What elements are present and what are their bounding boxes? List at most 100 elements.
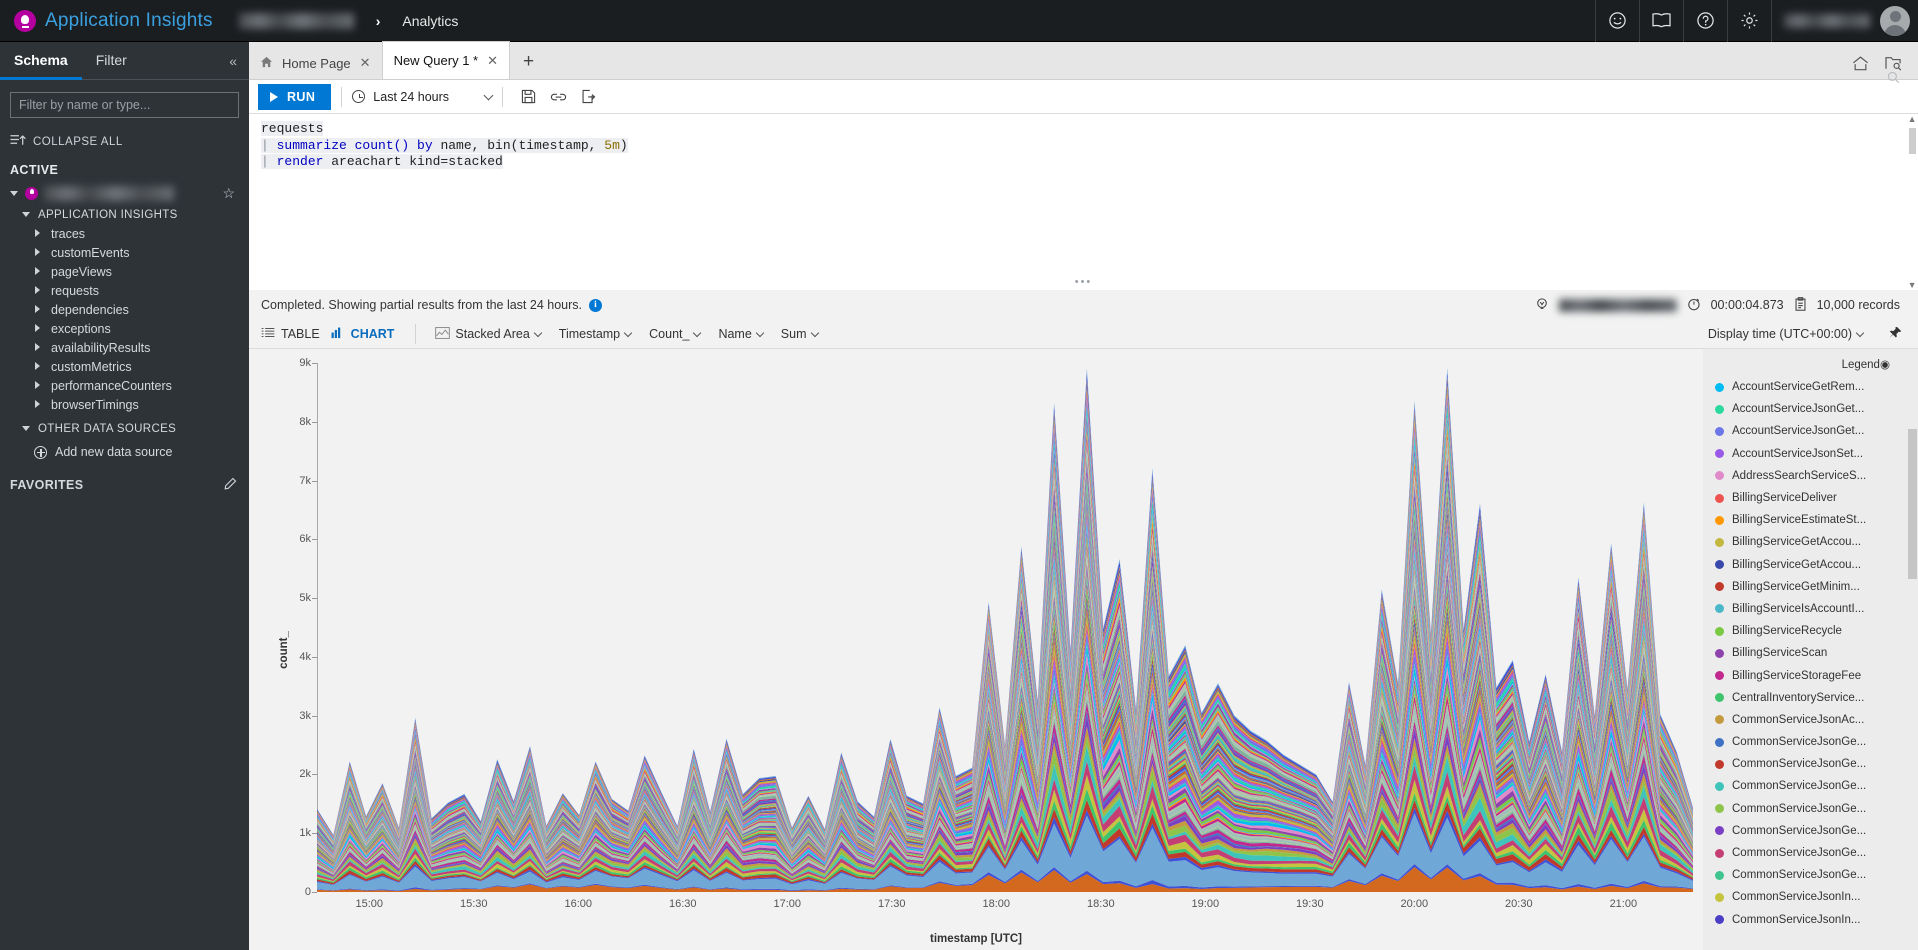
close-icon[interactable]: ✕ (487, 53, 498, 69)
legend-item[interactable]: CommonServiceJsonGe... (1703, 731, 1918, 753)
code-line-3[interactable]: | render areachart kind=stacked (249, 154, 1918, 171)
sidebar-table-exceptions[interactable]: exceptions (0, 319, 249, 338)
aggregation-dropdown[interactable]: Sum (772, 327, 827, 341)
legend-item[interactable]: CommonServiceJsonGe... (1703, 753, 1918, 775)
legend-item[interactable]: CommonServiceJsonGe... (1703, 775, 1918, 797)
editor-resize-grip[interactable]: ••• (1075, 276, 1093, 288)
chevron-right-icon[interactable] (34, 381, 43, 390)
time-range-picker[interactable]: Last 24 hours (352, 90, 494, 104)
chevron-down-icon[interactable] (483, 90, 494, 100)
chevron-down-icon[interactable] (693, 328, 702, 337)
legend-item[interactable]: CommonServiceJsonGe... (1703, 798, 1918, 820)
home-icon[interactable] (1852, 56, 1869, 74)
group-application-insights[interactable]: APPLICATION INSIGHTS (0, 205, 249, 224)
scroll-up-arrow-icon[interactable]: ▲ (1908, 114, 1917, 124)
close-icon[interactable]: ✕ (360, 55, 371, 71)
sidebar-collapse-icon[interactable]: « (229, 53, 249, 69)
schema-filter-input[interactable] (10, 92, 239, 118)
x-axis-dropdown[interactable]: Timestamp (550, 327, 640, 341)
legend-item[interactable]: CommonServiceJsonGe... (1703, 842, 1918, 864)
gear-icon[interactable] (1727, 0, 1771, 42)
sidebar-table-dependencies[interactable]: dependencies (0, 300, 249, 319)
group-other-data-sources[interactable]: OTHER DATA SOURCES (0, 419, 249, 438)
view-chart-button[interactable]: CHART (331, 327, 406, 342)
chevron-down-icon[interactable] (22, 424, 31, 433)
legend-item[interactable]: BillingServiceGetMinim... (1703, 576, 1918, 598)
scroll-down-arrow-icon[interactable]: ▼ (1908, 280, 1917, 290)
link-icon[interactable] (543, 80, 573, 114)
chevron-down-icon[interactable] (755, 328, 765, 337)
tab-home-page[interactable]: Home Page ✕ (249, 47, 382, 79)
legend-item[interactable]: CommonServiceJsonIn... (1703, 886, 1918, 908)
sidebar-table-browserTimings[interactable]: browserTimings (0, 395, 249, 414)
legend-item[interactable]: BillingServiceStorageFee (1703, 664, 1918, 686)
legend-item[interactable]: BillingServiceIsAccountI... (1703, 598, 1918, 620)
chevron-right-icon[interactable] (34, 267, 43, 276)
sidebar-table-pageViews[interactable]: pageViews (0, 262, 249, 281)
run-button[interactable]: RUN (258, 83, 332, 110)
legend-item[interactable]: BillingServiceDeliver (1703, 487, 1918, 509)
editor-scrollbar[interactable]: ▲ ▼ (1907, 114, 1918, 290)
brand-area[interactable]: Application Insights (0, 9, 213, 32)
sidebar-table-customMetrics[interactable]: customMetrics (0, 357, 249, 376)
chevron-right-icon[interactable] (34, 229, 43, 238)
chart-type-dropdown[interactable]: Stacked Area (426, 326, 549, 342)
sidebar-table-performanceCounters[interactable]: performanceCounters (0, 376, 249, 395)
legend-item[interactable]: AddressSearchServiceS... (1703, 465, 1918, 487)
chevron-down-icon[interactable] (22, 210, 31, 219)
chevron-right-icon[interactable] (34, 305, 43, 314)
chevron-right-icon[interactable] (34, 400, 43, 409)
legend-title[interactable]: Legend◉ (1703, 357, 1918, 371)
avatar[interactable] (1880, 5, 1910, 36)
code-line-2[interactable]: | summarize count() by name, bin(timesta… (249, 137, 1918, 155)
editor-scroll-thumb[interactable] (1909, 128, 1916, 154)
add-new-data-source-button[interactable]: Add new data source (0, 441, 249, 463)
display-time-dropdown[interactable]: Display time (UTC+00:00) (1699, 327, 1872, 341)
info-icon[interactable]: i (589, 298, 602, 312)
legend-item[interactable]: BillingServiceEstimateSt... (1703, 509, 1918, 531)
legend-item[interactable]: BillingServiceGetAccou... (1703, 554, 1918, 576)
legend-item[interactable]: CommonServiceJsonIn... (1703, 909, 1918, 931)
legend-item[interactable]: AccountServiceJsonGet... (1703, 420, 1918, 442)
chevron-right-icon[interactable] (34, 362, 43, 371)
tab-filter[interactable]: Filter (82, 42, 141, 80)
new-tab-button[interactable]: + (510, 47, 547, 79)
breadcrumb-resource-redacted[interactable] (238, 12, 354, 29)
export-icon[interactable] (573, 80, 603, 114)
view-table-button[interactable]: TABLE (261, 327, 331, 342)
legend-scroll-thumb[interactable] (1908, 429, 1917, 579)
stacked-area-series[interactable] (317, 363, 1693, 892)
favorite-star-icon[interactable]: ☆ (222, 185, 235, 202)
y-axis-dropdown[interactable]: Count_ (640, 327, 709, 341)
sidebar-table-traces[interactable]: traces (0, 224, 249, 243)
open-query-icon[interactable] (1885, 56, 1902, 74)
code-line-1[interactable]: requests (249, 121, 1918, 138)
chevron-right-icon[interactable] (34, 343, 43, 352)
tab-schema[interactable]: Schema (0, 42, 82, 80)
legend-item[interactable]: AccountServiceJsonGet... (1703, 398, 1918, 420)
query-editor[interactable]: requests | summarize count() by name, bin… (249, 114, 1918, 290)
resource-root-row[interactable]: ☆ (0, 181, 249, 205)
legend-item[interactable]: CentralInventoryService... (1703, 687, 1918, 709)
chevron-right-icon[interactable] (34, 248, 43, 257)
user-account-chip[interactable] (1771, 0, 1918, 42)
chevron-down-icon[interactable] (10, 189, 19, 198)
legend-item[interactable]: BillingServiceGetAccou... (1703, 531, 1918, 553)
sidebar-table-availabilityResults[interactable]: availabilityResults (0, 338, 249, 357)
collapse-all-button[interactable]: COLLAPSE ALL (0, 118, 249, 149)
save-icon[interactable] (513, 80, 543, 114)
smiley-icon[interactable] (1595, 0, 1639, 42)
tab-new-query-1[interactable]: New Query 1 * ✕ (381, 41, 511, 79)
legend-item[interactable]: CommonServiceJsonGe... (1703, 864, 1918, 886)
legend-item[interactable]: CommonServiceJsonAc... (1703, 709, 1918, 731)
legend-item[interactable]: AccountServiceGetRem... (1703, 376, 1918, 398)
chevron-down-icon[interactable] (1855, 328, 1865, 337)
book-icon[interactable] (1639, 0, 1683, 42)
legend-item[interactable]: BillingServiceRecycle (1703, 620, 1918, 642)
sidebar-table-requests[interactable]: requests (0, 281, 249, 300)
legend-item[interactable]: CommonServiceJsonGe... (1703, 820, 1918, 842)
chevron-down-icon[interactable] (810, 328, 819, 337)
help-icon[interactable] (1683, 0, 1727, 42)
breadcrumb-analytics[interactable]: Analytics (402, 13, 458, 29)
legend-settings-icon[interactable]: ◉ (1880, 359, 1890, 371)
